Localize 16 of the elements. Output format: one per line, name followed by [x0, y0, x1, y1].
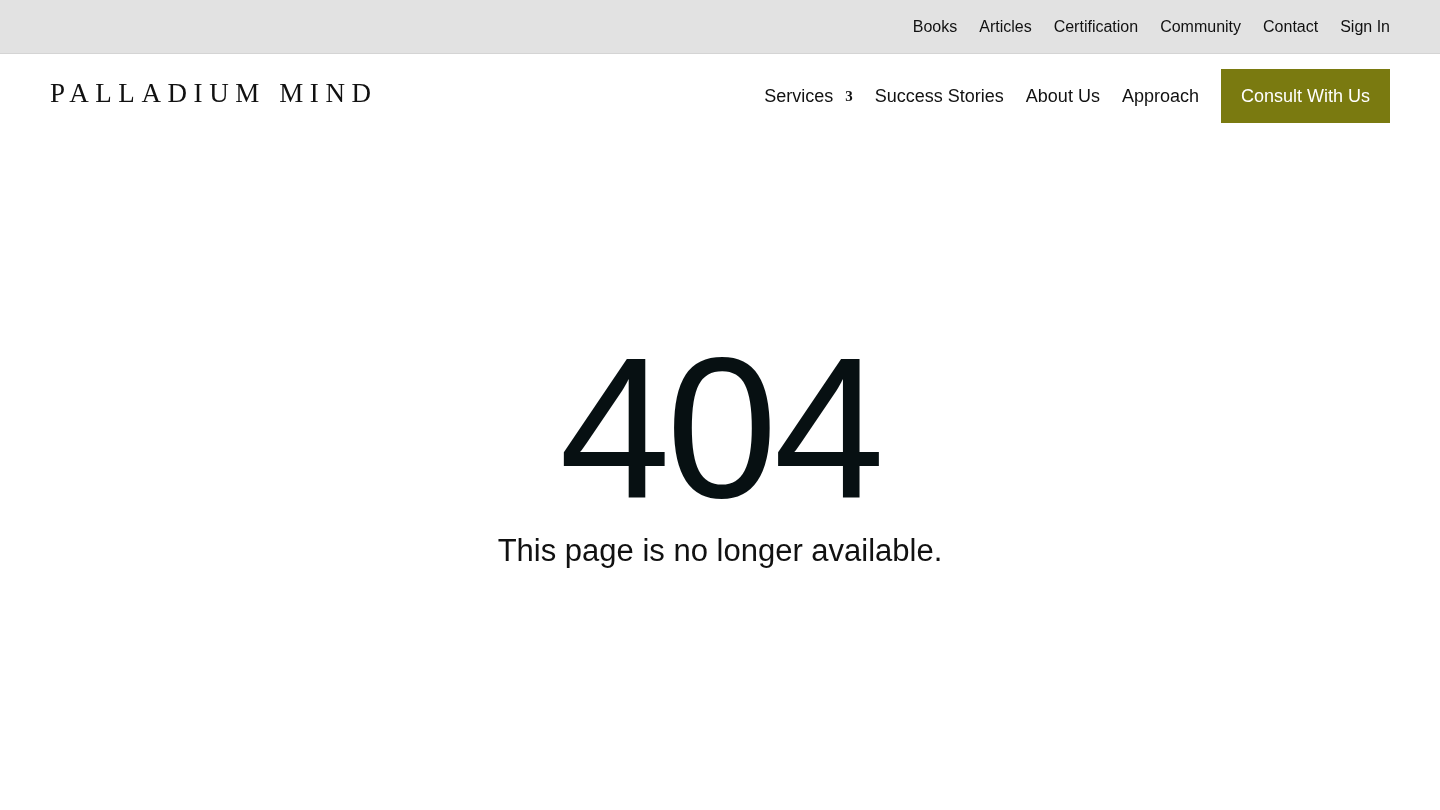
error-message: This page is no longer available.: [497, 533, 943, 569]
nav-link[interactable]: Services 3: [764, 85, 853, 107]
error-code: 404: [559, 343, 881, 513]
top-nav-link[interactable]: Sign In: [1340, 17, 1390, 36]
nav-link[interactable]: Approach: [1121, 85, 1199, 107]
dropdown-icon: 3: [845, 87, 853, 105]
top-nav-link[interactable]: Community: [1160, 17, 1242, 36]
top-nav-link[interactable]: Books: [912, 17, 958, 36]
nav-link[interactable]: About Us: [1025, 85, 1100, 107]
top-nav-link[interactable]: Articles: [979, 17, 1032, 36]
top-nav-link[interactable]: Certification: [1053, 17, 1139, 36]
nav-label: Services: [764, 85, 834, 107]
logo[interactable]: PALLADIUM MIND: [50, 78, 378, 109]
top-nav-link[interactable]: Contact: [1263, 17, 1319, 36]
consult-button[interactable]: Consult With Us: [1220, 69, 1390, 123]
nav-link[interactable]: Success Stories: [874, 85, 1004, 107]
